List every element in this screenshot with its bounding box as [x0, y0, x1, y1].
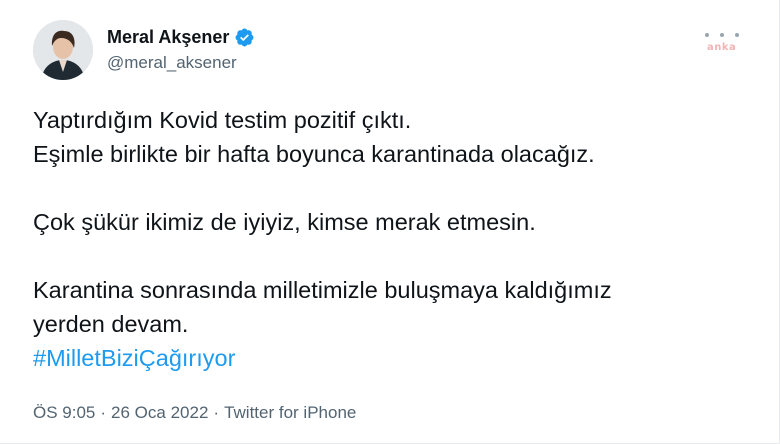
tweet-line: Karantina sonrasında milletimizle buluşm… — [33, 277, 612, 303]
avatar-image — [33, 20, 93, 80]
meta-separator: · — [213, 403, 220, 422]
verified-badge-icon — [234, 27, 255, 48]
author-name[interactable]: Meral Akşener — [107, 27, 255, 48]
more-dot — [720, 33, 724, 37]
tweet-source[interactable]: Twitter for iPhone — [224, 403, 356, 423]
tweet-line: Çok şükür ikimiz de iyiyiz, kimse merak … — [33, 209, 536, 235]
tweet-text: Yaptırdığım Kovid testim pozitif çıktı. … — [33, 103, 753, 375]
tweet-line: yerden devam. — [33, 311, 189, 337]
more-dot — [705, 33, 709, 37]
avatar[interactable] — [33, 20, 93, 80]
tweet-card: Meral Akşener @meral_aksener anka Yaptır… — [0, 0, 780, 444]
more-dot — [735, 33, 739, 37]
hashtag-link[interactable]: #MilletBiziÇağırıyor — [33, 345, 235, 371]
author-name-text[interactable]: Meral Akşener — [107, 27, 229, 48]
tweet-line: Yaptırdığım Kovid testim pozitif çıktı. — [33, 107, 412, 133]
tweet-meta: ÖS 9:05 · 26 Oca 2022 · Twitter for iPho… — [33, 403, 356, 423]
tweet-line: Eşimle birlikte bir hafta boyunca karant… — [33, 141, 595, 167]
author-handle[interactable]: @meral_aksener — [107, 53, 237, 73]
watermark-logo: anka — [707, 42, 737, 53]
tweet-date[interactable]: 26 Oca 2022 — [111, 403, 208, 423]
meta-separator: · — [100, 403, 107, 422]
more-options-icon[interactable] — [705, 28, 739, 42]
tweet-time[interactable]: ÖS 9:05 — [33, 403, 95, 423]
